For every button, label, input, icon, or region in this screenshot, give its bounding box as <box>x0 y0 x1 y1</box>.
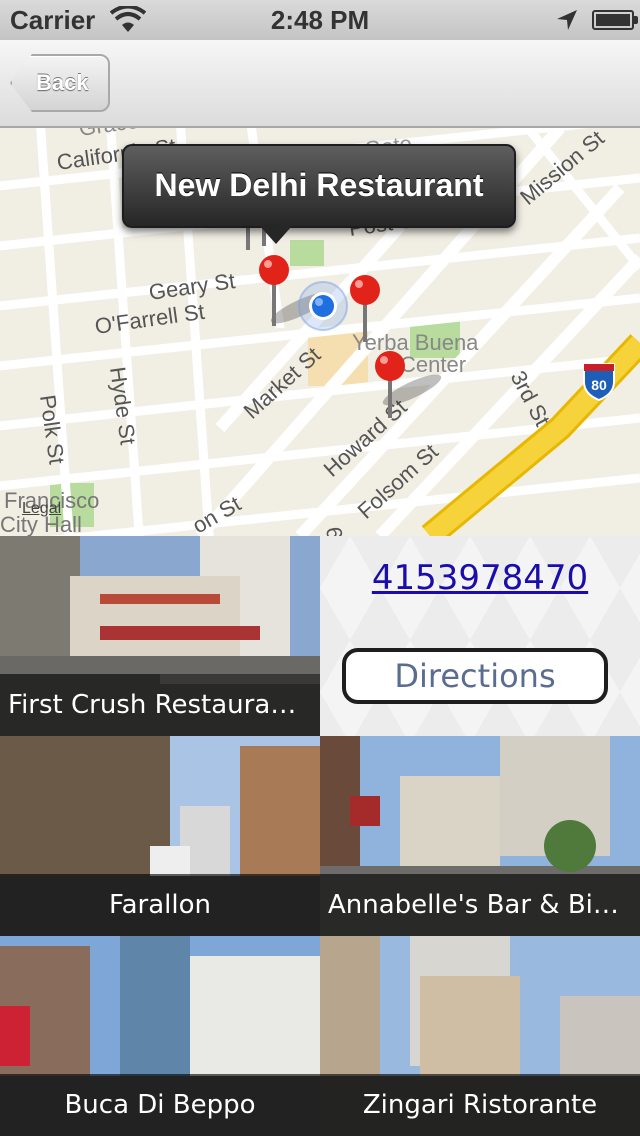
callout-title: New Delhi Restaurant <box>154 167 484 203</box>
map-callout[interactable]: New Delhi Restaurant <box>122 144 516 244</box>
status-bar: Carrier 2:48 PM <box>0 0 640 40</box>
restaurant-name: Buca Di Beppo <box>0 1074 320 1136</box>
svg-text:Center: Center <box>400 352 466 377</box>
location-arrow-icon <box>557 10 577 30</box>
restaurant-name: First Crush Restaurant... <box>0 674 320 736</box>
restaurant-tile[interactable]: Zingari Ristorante <box>320 936 640 1136</box>
directions-button[interactable]: Directions <box>342 648 608 704</box>
restaurant-tile[interactable]: Annabelle's Bar & Bistro <box>320 736 640 936</box>
restaurant-name: Annabelle's Bar & Bistro <box>320 874 640 936</box>
battery-icon <box>592 10 638 30</box>
restaurant-info-panel: 4153978470 Directions <box>320 536 640 736</box>
interstate-80-icon: 80 <box>583 363 615 402</box>
clock: 2:48 PM <box>270 5 370 35</box>
back-button[interactable]: Back <box>10 54 110 112</box>
user-location-icon <box>298 281 348 331</box>
back-button-label: Back <box>36 70 89 95</box>
restaurant-name: Farallon <box>0 874 320 936</box>
restaurant-tile[interactable]: Buca Di Beppo <box>0 936 320 1136</box>
restaurant-name: Zingari Ristorante <box>320 1074 640 1136</box>
phone-link[interactable]: 4153978470 <box>320 558 640 598</box>
svg-text:80: 80 <box>591 377 607 393</box>
svg-text:6th: 6th <box>321 525 350 536</box>
park-area <box>290 240 324 266</box>
legal-link[interactable]: Legal <box>22 500 61 518</box>
svg-text:Hyde St: Hyde St <box>105 365 141 446</box>
restaurant-tile[interactable]: First Crush Restaurant... <box>0 536 320 736</box>
restaurant-tile[interactable]: Farallon <box>0 736 320 936</box>
navigation-bar: Back <box>0 40 640 128</box>
